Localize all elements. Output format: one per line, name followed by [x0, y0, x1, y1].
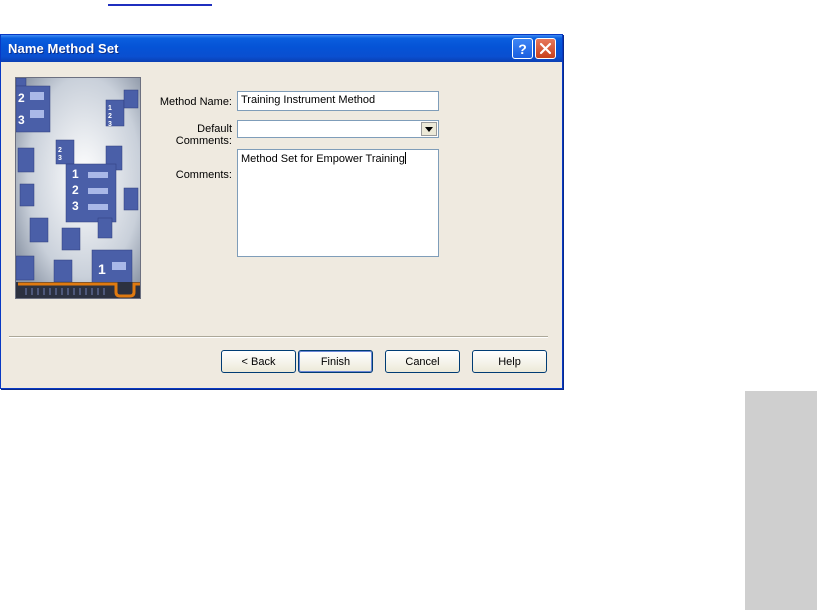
default-comments-select[interactable]	[237, 120, 439, 138]
default-comments-label: Default Comments:	[175, 123, 232, 147]
method-name-value: Training Instrument Method	[241, 94, 376, 106]
svg-text:1: 1	[108, 105, 112, 112]
title-bar[interactable]: Name Method Set ?	[1, 35, 562, 62]
finish-button[interactable]: Finish	[298, 350, 373, 373]
comments-value: Method Set for Empower Training	[241, 153, 405, 165]
method-name-label: Method Name:	[159, 96, 232, 108]
svg-text:1: 1	[98, 261, 106, 277]
method-name-input[interactable]: Training Instrument Method	[237, 91, 439, 111]
comments-label: Comments:	[175, 169, 232, 181]
text-caret	[404, 152, 406, 164]
svg-text:3: 3	[58, 155, 62, 162]
separator	[9, 336, 548, 338]
top-link[interactable]	[108, 0, 212, 6]
close-icon[interactable]	[535, 38, 556, 59]
help-icon[interactable]: ?	[512, 38, 533, 59]
cancel-button[interactable]: Cancel	[385, 350, 460, 373]
window-title: Name Method Set	[8, 41, 119, 56]
svg-text:1: 1	[72, 167, 79, 181]
svg-text:3: 3	[18, 113, 25, 127]
comments-textarea[interactable]: Method Set for Empower Training	[237, 149, 439, 257]
svg-text:2: 2	[58, 147, 62, 154]
svg-text:3: 3	[72, 199, 79, 213]
side-tab	[745, 391, 817, 610]
wizard-illustration: 2 3 1 2 3 1 2 3 1 2 3	[15, 77, 141, 299]
help-button[interactable]: Help	[472, 350, 547, 373]
svg-text:3: 3	[108, 121, 112, 128]
dropdown-arrow-icon[interactable]	[421, 122, 437, 136]
svg-text:2: 2	[72, 183, 79, 197]
svg-text:2: 2	[18, 91, 25, 105]
back-button[interactable]: < Back	[221, 350, 296, 373]
svg-text:2: 2	[108, 113, 112, 120]
name-method-set-dialog: Name Method Set ? 2 3 1 2 3 1 2 3 1 2 3 …	[0, 34, 563, 389]
